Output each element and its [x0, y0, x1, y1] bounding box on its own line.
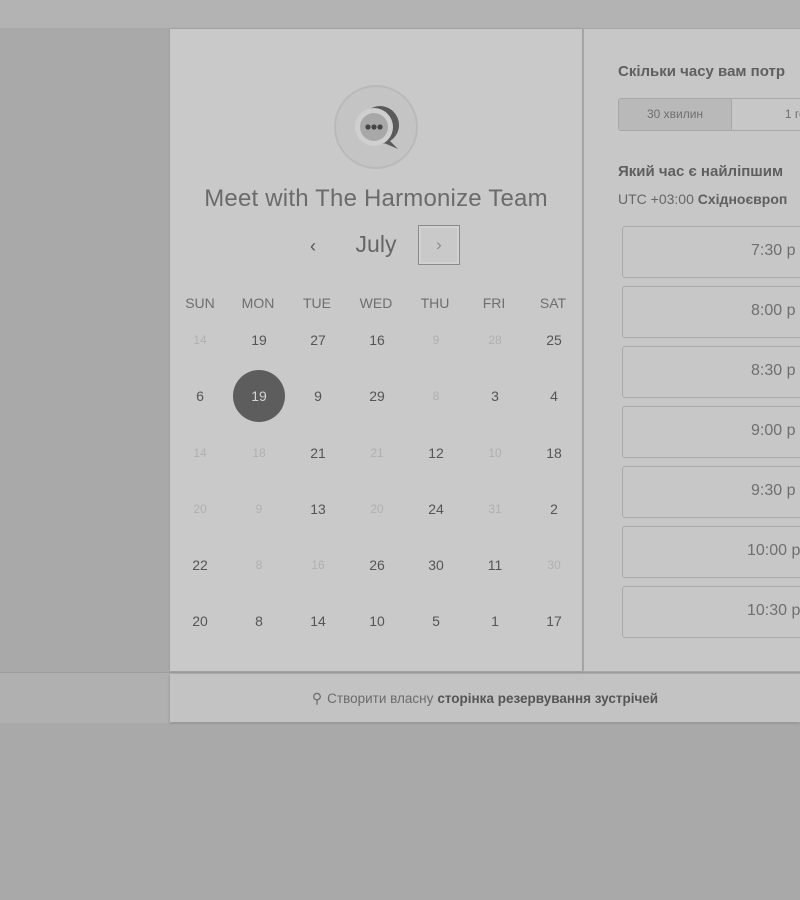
weekday-label: SUN	[185, 295, 215, 311]
calendar-day: 30	[547, 558, 561, 572]
weekday-label: THU	[420, 295, 450, 311]
calendar-day[interactable]: 10	[351, 595, 403, 647]
time-slot-label: 10:30 p	[747, 602, 800, 619]
time-selection-panel: Скільки часу вам потр 30 хвилин 1 годи Я…	[584, 29, 800, 671]
calendar-day: 9	[432, 333, 440, 347]
time-slot-label: 10:00 p	[747, 542, 800, 559]
calendar-day: 16	[311, 558, 325, 572]
chat-bubble-icon	[355, 106, 399, 149]
calendar-day: 18	[252, 446, 266, 460]
calendar-day[interactable]: 19	[233, 314, 285, 366]
calendar-day[interactable]: 18	[528, 427, 580, 479]
calendar-day[interactable]: 17	[528, 595, 580, 647]
time-slot-label: 9:30 p	[751, 482, 796, 499]
weekday-header: SUN MON TUE WED THU FRI SAT	[170, 295, 582, 315]
month-label: July	[355, 231, 397, 257]
calendar-day[interactable]: 14	[292, 595, 344, 647]
time-slot-button[interactable]: 10:30 p	[622, 586, 800, 638]
calendar-day[interactable]: 8	[233, 595, 285, 647]
calendar-day[interactable]: 6	[174, 370, 226, 422]
duration-option-30min[interactable]: 30 хвилин	[619, 99, 732, 130]
time-slot-label: 8:00 p	[751, 302, 796, 319]
timezone-label[interactable]: UTC +03:00 Східноєвроп	[618, 191, 787, 207]
calendar-day[interactable]: 21	[292, 427, 344, 479]
time-slot-button[interactable]: 10:00 p	[622, 526, 800, 578]
time-slot-button[interactable]: 8:00 p	[622, 286, 800, 338]
prev-month-button[interactable]: ‹	[300, 233, 326, 259]
calendar-day[interactable]: 13	[292, 483, 344, 535]
footer-prefix: Створити власну	[327, 690, 434, 706]
calendar-day[interactable]: 30	[410, 539, 462, 591]
time-slot-label: 7:30 p	[751, 242, 796, 259]
calendar-day: 8	[255, 558, 263, 572]
time-slot-button[interactable]: 9:30 p	[622, 466, 800, 518]
calendar-day: 14	[193, 333, 207, 347]
calendar-day: 10	[488, 446, 502, 460]
calendar-day: 21	[370, 446, 384, 460]
next-month-button[interactable]: ›	[418, 225, 460, 265]
create-booking-page-link[interactable]: сторінка резервування зустрічей	[437, 691, 658, 706]
selected-day[interactable]: 19	[233, 370, 285, 422]
calendar-day[interactable]: 24	[410, 483, 462, 535]
time-slot-button[interactable]: 7:30 p	[622, 226, 800, 278]
calendar-day[interactable]: 3	[469, 370, 521, 422]
calendar-day[interactable]: 29	[351, 370, 403, 422]
calendar-day[interactable]: 5	[410, 595, 462, 647]
footer-bar: ⚲ Створити власну сторінка резервування …	[170, 674, 800, 722]
calendar-day[interactable]: 20	[174, 595, 226, 647]
calendar-day: 9	[255, 502, 263, 516]
page-title: Meet with The Harmonize Team	[204, 185, 548, 212]
calendar-day[interactable]: 1	[469, 595, 521, 647]
calendar-day[interactable]: 4	[528, 370, 580, 422]
calendar-day: 20	[193, 502, 207, 516]
time-question: Який час є найліпшим	[618, 163, 784, 180]
calendar-day[interactable]: 12	[410, 427, 462, 479]
month-navigation: ‹ July ›	[170, 225, 582, 267]
time-slot-button[interactable]: 9:00 p	[622, 406, 800, 458]
top-band	[0, 0, 800, 28]
calendar-day: 14	[193, 446, 207, 460]
avatar	[334, 85, 418, 169]
weekday-label: FRI	[482, 295, 506, 311]
calendar-day: 31	[488, 502, 502, 516]
calendar-day[interactable]: 27	[292, 314, 344, 366]
time-slot-label: 8:30 p	[751, 362, 796, 379]
calendar-day[interactable]: 22	[174, 539, 226, 591]
calendar-panel: Meet with The Harmonize Team ‹ July › SU…	[170, 29, 582, 671]
weekday-label: SAT	[539, 295, 567, 311]
hubspot-sprocket-icon: ⚲	[311, 689, 323, 706]
timezone-name: Східноєвроп	[697, 191, 788, 207]
calendar-day: 28	[488, 333, 502, 347]
calendar-day[interactable]: 26	[351, 539, 403, 591]
calendar-day[interactable]: 16	[351, 314, 403, 366]
calendar-day[interactable]: 11	[469, 539, 521, 591]
time-slot-label: 9:00 p	[751, 422, 796, 439]
duration-question: Скільки часу вам потр	[618, 63, 786, 80]
weekday-label: WED	[359, 295, 393, 311]
calendar-day[interactable]: 25	[528, 314, 580, 366]
timezone-offset: UTC +03:00	[618, 191, 694, 207]
calendar-day: 20	[370, 502, 384, 516]
calendar-day: 8	[432, 389, 440, 403]
weekday-label: TUE	[303, 295, 331, 311]
time-slot-button[interactable]: 8:30 p	[622, 346, 800, 398]
calendar-day[interactable]: 9	[292, 370, 344, 422]
duration-selector: 30 хвилин 1 годи	[618, 98, 800, 131]
calendar-day[interactable]: 2	[528, 483, 580, 535]
duration-option-1hour[interactable]: 1 годи	[732, 99, 800, 130]
weekday-label: MON	[241, 295, 275, 311]
